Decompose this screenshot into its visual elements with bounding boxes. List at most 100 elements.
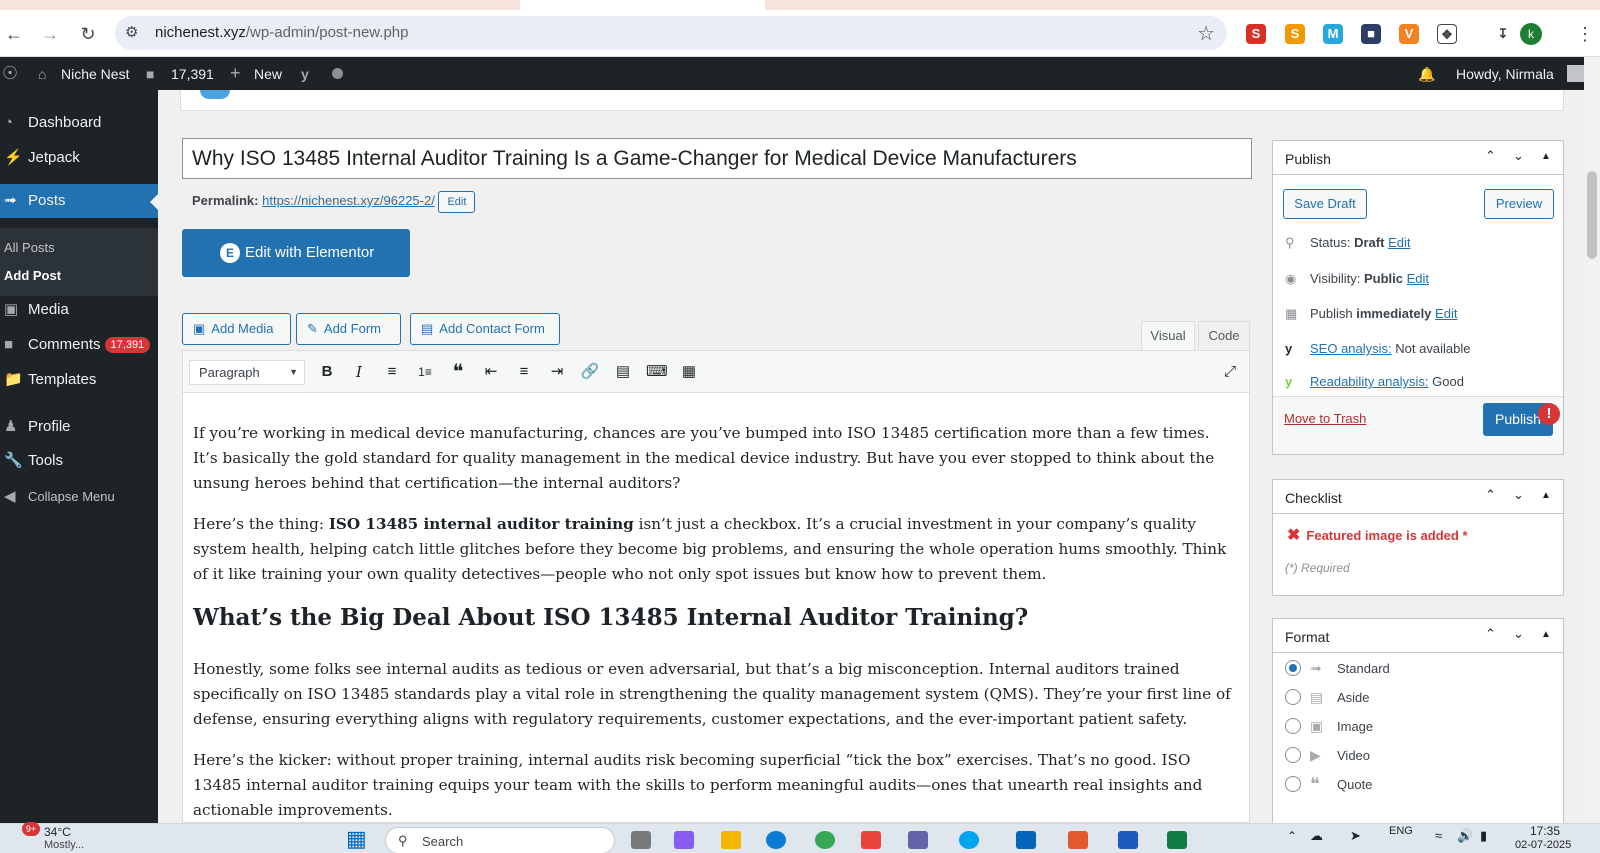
- italic-icon[interactable]: I: [349, 362, 369, 382]
- excel-icon[interactable]: [1167, 831, 1187, 849]
- blockquote-icon[interactable]: ❝: [448, 362, 468, 382]
- toggle-panel-icon[interactable]: ▲: [1541, 151, 1551, 162]
- file-explorer-icon[interactable]: [721, 831, 741, 849]
- post-title-input[interactable]: Why ISO 13485 Internal Auditor Training …: [182, 138, 1252, 179]
- add-media-button[interactable]: ▣ Add Media: [182, 313, 291, 345]
- sidebar-item-tools[interactable]: 🔧 Tools: [0, 444, 158, 478]
- yoast-icon[interactable]: y: [301, 66, 309, 82]
- preview-button[interactable]: Preview: [1484, 189, 1554, 219]
- sidebar-item-media[interactable]: ▣ Media: [0, 293, 158, 327]
- sidebar-item-posts[interactable]: ➟ Posts: [0, 184, 158, 218]
- scrollbar-thumb[interactable]: [1587, 171, 1597, 259]
- site-info-icon[interactable]: ⚙: [125, 23, 138, 41]
- fullscreen-icon[interactable]: ⤢: [1220, 362, 1240, 382]
- send-icon[interactable]: ➤: [1350, 828, 1361, 844]
- store-icon[interactable]: [861, 831, 881, 849]
- app-icon[interactable]: [1068, 831, 1088, 849]
- taskbar-search[interactable]: ⚲ Search: [385, 827, 615, 853]
- sidebar-item-dashboard[interactable]: ◔ Dashboard: [0, 106, 158, 140]
- download-icon[interactable]: ↧: [1493, 24, 1513, 44]
- move-down-icon[interactable]: ⌄: [1513, 148, 1524, 164]
- submenu-add-post[interactable]: Add Post: [4, 268, 61, 283]
- sidebar-item-comments[interactable]: ■ Comments 17,391: [0, 328, 158, 362]
- wifi-icon[interactable]: ≈: [1435, 828, 1442, 843]
- sidebar-item-jetpack[interactable]: ⚡ Jetpack: [0, 141, 158, 175]
- chrome-icon[interactable]: [815, 831, 835, 849]
- move-up-icon[interactable]: ⌃: [1485, 148, 1496, 164]
- wordpress-logo-icon[interactable]: ☉: [2, 63, 18, 84]
- bookmark-star-icon[interactable]: ☆: [1197, 21, 1215, 46]
- sidebar-item-profile[interactable]: ♟ Profile: [0, 410, 158, 444]
- add-contact-form-button[interactable]: ▤ Add Contact Form: [410, 313, 560, 345]
- editor-content[interactable]: If you’re working in medical device manu…: [193, 421, 1233, 839]
- app-icon[interactable]: [908, 831, 928, 849]
- toggle-panel-icon[interactable]: ▲: [1541, 629, 1551, 640]
- move-to-trash-link[interactable]: Move to Trash: [1284, 411, 1366, 426]
- submenu-all-posts[interactable]: All Posts: [4, 240, 55, 255]
- extension-icon[interactable]: S: [1246, 24, 1266, 44]
- link-icon[interactable]: 🔗: [580, 362, 600, 382]
- copilot-icon[interactable]: [674, 831, 694, 849]
- visibility-edit-link[interactable]: Edit: [1407, 271, 1429, 286]
- clock-time[interactable]: 17:35: [1530, 824, 1560, 838]
- extensions-puzzle-icon[interactable]: ❖: [1437, 24, 1457, 44]
- app-icon[interactable]: [959, 831, 979, 849]
- forward-icon[interactable]: →: [38, 22, 62, 46]
- outlook-icon[interactable]: [1016, 831, 1036, 849]
- align-right-icon[interactable]: ⇥: [547, 362, 567, 382]
- collapse-menu-button[interactable]: ◀ Collapse Menu: [0, 480, 158, 514]
- edge-icon[interactable]: [766, 831, 786, 849]
- seo-analysis-link[interactable]: SEO analysis:: [1310, 341, 1392, 356]
- extension-icon[interactable]: M: [1323, 24, 1343, 44]
- toolbar-toggle-icon[interactable]: ▦: [679, 362, 699, 382]
- permalink-edit-button[interactable]: Edit: [438, 191, 476, 213]
- edit-with-elementor-button[interactable]: E Edit with Elementor: [182, 229, 410, 277]
- readability-analysis-link[interactable]: Readability analysis:: [1310, 374, 1429, 389]
- howdy-user[interactable]: Howdy, Nirmala: [1456, 66, 1554, 82]
- bold-icon[interactable]: B: [317, 362, 337, 382]
- move-down-icon[interactable]: ⌄: [1513, 626, 1524, 642]
- paragraph-format-select[interactable]: Paragraph ▼: [189, 360, 305, 385]
- home-icon[interactable]: ⌂: [38, 66, 46, 82]
- battery-icon[interactable]: ▮: [1480, 828, 1487, 844]
- weather-temp[interactable]: 34°C: [44, 825, 71, 839]
- format-radio-quote[interactable]: [1285, 776, 1301, 792]
- read-more-icon[interactable]: ▤: [613, 362, 633, 382]
- add-form-button[interactable]: ✎ Add Form: [296, 313, 401, 345]
- task-view-icon[interactable]: [631, 831, 651, 849]
- status-edit-link[interactable]: Edit: [1388, 235, 1410, 250]
- word-icon[interactable]: [1118, 831, 1138, 849]
- extension-icon[interactable]: S: [1285, 24, 1305, 44]
- comments-count[interactable]: 17,391: [171, 66, 214, 82]
- plus-icon[interactable]: +: [230, 63, 241, 84]
- profile-avatar[interactable]: k: [1520, 23, 1542, 45]
- align-left-icon[interactable]: ⇤: [481, 362, 501, 382]
- permalink-url[interactable]: https://nichenest.xyz/96225-2/: [262, 193, 435, 208]
- site-name-link[interactable]: Niche Nest: [61, 66, 129, 82]
- move-down-icon[interactable]: ⌄: [1513, 487, 1524, 503]
- notification-bell-icon[interactable]: 🔔: [1418, 66, 1435, 83]
- format-radio-image[interactable]: [1285, 718, 1301, 734]
- sidebar-item-templates[interactable]: 📁 Templates: [0, 363, 158, 397]
- onedrive-icon[interactable]: ☁: [1310, 828, 1323, 844]
- windows-start-icon[interactable]: ▦: [346, 828, 368, 850]
- toggle-panel-icon[interactable]: ▲: [1541, 490, 1551, 501]
- extension-icon[interactable]: ■: [1361, 24, 1381, 44]
- extension-icon[interactable]: V: [1399, 24, 1419, 44]
- bullet-list-icon[interactable]: ≡: [382, 362, 402, 382]
- save-draft-button[interactable]: Save Draft: [1283, 189, 1367, 219]
- align-center-icon[interactable]: ≡: [514, 362, 534, 382]
- format-radio-aside[interactable]: [1285, 689, 1301, 705]
- comment-icon[interactable]: ■: [146, 66, 154, 82]
- browser-active-tab[interactable]: [520, 0, 765, 10]
- move-up-icon[interactable]: ⌃: [1485, 487, 1496, 503]
- new-content-link[interactable]: New: [254, 66, 282, 82]
- user-avatar[interactable]: [1567, 65, 1584, 82]
- tab-visual[interactable]: Visual: [1141, 321, 1195, 350]
- format-radio-video[interactable]: [1285, 747, 1301, 763]
- numbered-list-icon[interactable]: 1≡: [415, 362, 435, 382]
- page-scrollbar[interactable]: [1584, 57, 1600, 823]
- format-radio-standard[interactable]: [1285, 660, 1301, 676]
- browser-menu-icon[interactable]: ⋮: [1576, 24, 1594, 45]
- clock-date[interactable]: 02-07-2025: [1515, 839, 1571, 851]
